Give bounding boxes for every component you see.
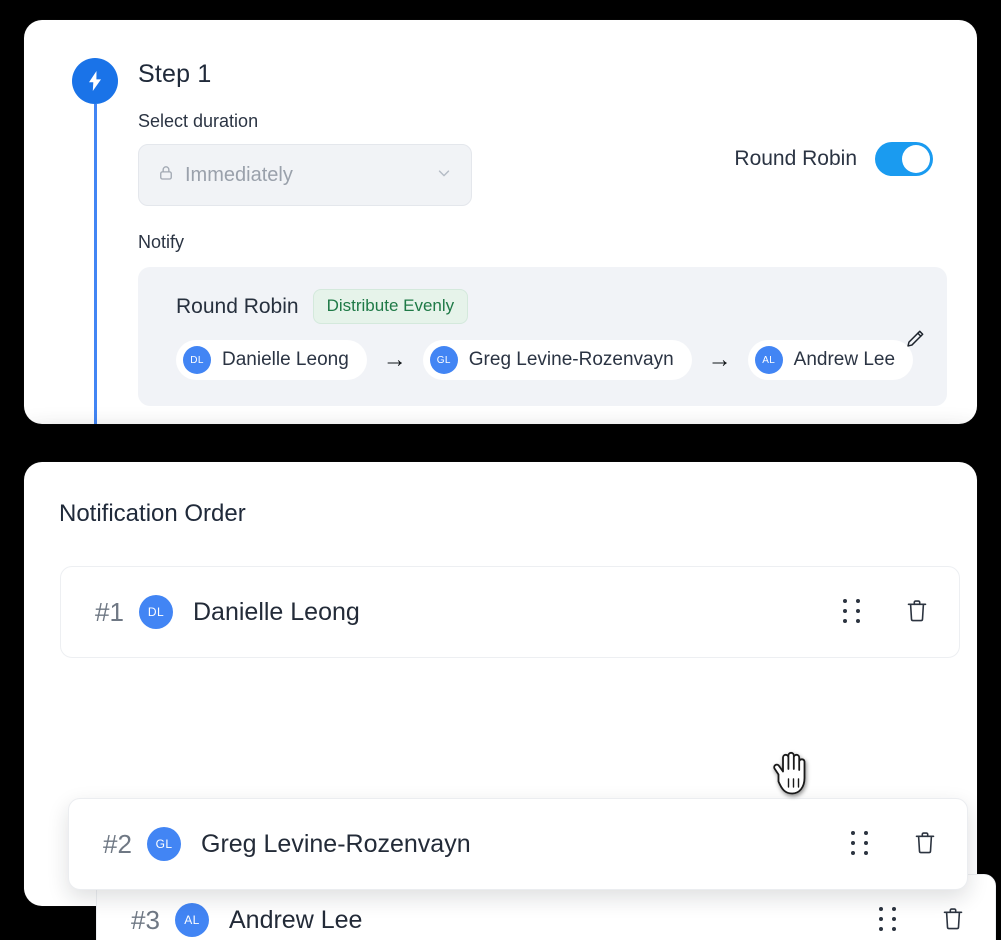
- trash-icon[interactable]: [905, 598, 931, 626]
- row-rank: #1: [95, 596, 124, 627]
- drag-handle-icon[interactable]: [875, 905, 901, 935]
- chain-chip-2[interactable]: GL Greg Levine-Rozenvayn: [422, 340, 692, 380]
- table-row[interactable]: #1 DL Danielle Leong: [60, 566, 960, 658]
- notify-label: Notify: [138, 232, 185, 252]
- toggle-knob: [902, 145, 930, 173]
- row-name: Greg Levine-Rozenvayn: [201, 829, 471, 858]
- arrow-right-icon: →: [382, 346, 407, 373]
- chain-chip-3[interactable]: AL Andrew Lee: [747, 340, 914, 380]
- step-card: Step 1 Select duration Immediately Notif…: [24, 20, 977, 424]
- screenshot-root: Step 1 Select duration Immediately Notif…: [0, 0, 1001, 940]
- chain-chip-label: Danielle Leong: [222, 349, 349, 370]
- duration-select[interactable]: Immediately: [138, 144, 472, 206]
- table-row-dragging[interactable]: #2 GL Greg Levine-Rozenvayn: [68, 798, 968, 890]
- avatar: AL: [754, 346, 783, 374]
- trash-icon[interactable]: [941, 906, 967, 934]
- page-title: Notification Order: [59, 500, 246, 527]
- page-title: Step 1: [138, 60, 212, 88]
- notification-order-list: #1 DL Danielle Leong #3 AL Andrew Lee #2…: [60, 566, 996, 940]
- round-robin-toggle-label: Round Robin: [734, 147, 857, 170]
- chain-chip-1[interactable]: DL Danielle Leong: [176, 340, 367, 380]
- avatar: GL: [147, 827, 181, 861]
- trash-icon[interactable]: [913, 830, 939, 858]
- chevron-down-icon[interactable]: [435, 164, 453, 187]
- row-rank: #3: [131, 904, 160, 935]
- step-body: Step 1 Select duration Immediately Notif…: [138, 60, 947, 406]
- notification-order-card: Notification Order #1 DL Danielle Leong: [24, 462, 996, 940]
- row-name: Danielle Leong: [193, 597, 360, 626]
- chain-chip-label: Greg Levine-Rozenvayn: [468, 349, 674, 370]
- round-robin-panel-header: Round Robin Distribute Evenly: [176, 289, 923, 324]
- round-robin-chain: DL Danielle Leong → GL Greg Levine-Rozen…: [176, 340, 923, 380]
- round-robin-toggle[interactable]: [875, 142, 933, 176]
- avatar: DL: [183, 346, 211, 374]
- chain-chip-label: Andrew Lee: [793, 349, 896, 370]
- arrow-right-icon: →: [707, 346, 732, 373]
- avatar: AL: [175, 903, 209, 937]
- round-robin-toggle-group[interactable]: Round Robin: [734, 142, 933, 176]
- round-robin-panel-title: Round Robin: [176, 294, 299, 318]
- pencil-icon[interactable]: [901, 325, 929, 353]
- round-robin-panel: Round Robin Distribute Evenly DL Daniell…: [138, 267, 947, 406]
- step-connector-line: [94, 104, 97, 424]
- drag-handle-icon[interactable]: [839, 597, 865, 627]
- row-name: Andrew Lee: [229, 905, 363, 934]
- duration-value: Immediately: [185, 163, 293, 186]
- lock-icon: [157, 164, 175, 187]
- row-rank: #2: [103, 828, 132, 859]
- lightning-bolt-icon: [72, 58, 118, 104]
- duration-label: Select duration: [138, 111, 259, 131]
- drag-handle-icon[interactable]: [847, 829, 873, 859]
- status-badge: Distribute Evenly: [312, 289, 469, 324]
- avatar: GL: [429, 346, 458, 374]
- avatar: DL: [139, 595, 173, 629]
